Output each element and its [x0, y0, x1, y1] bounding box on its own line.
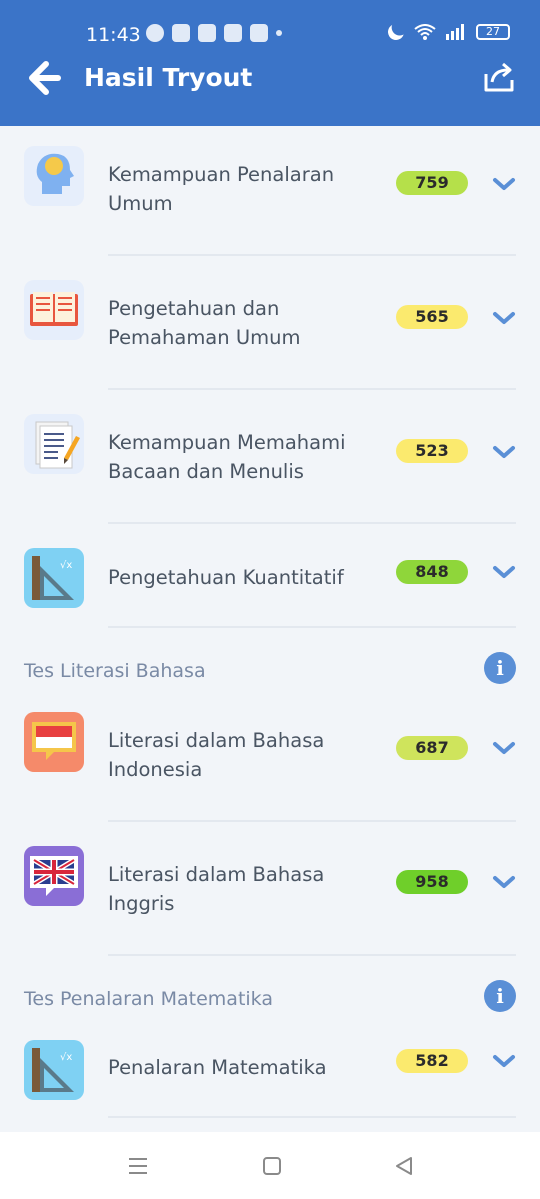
battery-icon: 27 [476, 24, 510, 40]
score-badge: 582 [396, 1049, 468, 1073]
section-title: Tes Literasi Bahasa [24, 660, 206, 682]
result-item[interactable]: Literasi dalam Bahasa Inggris 958 [0, 826, 540, 960]
result-item[interactable]: Kemampuan Penalaran Umum 759 [0, 126, 540, 260]
score-badge: 848 [396, 560, 468, 584]
status-time: 11:43 [86, 24, 141, 46]
item-label: Kemampuan Penalaran Umum [108, 163, 335, 215]
item-label: Literasi dalam Bahasa Indonesia [108, 729, 325, 781]
info-icon[interactable]: i [484, 980, 516, 1012]
divider [108, 626, 516, 628]
discord-icon [224, 24, 242, 42]
score-badge: 523 [396, 439, 468, 463]
result-item[interactable]: √x Penalaran Matematika 582 [0, 1022, 540, 1122]
divider [108, 954, 516, 956]
head-brain-icon [24, 146, 84, 206]
score-badge: 687 [396, 736, 468, 760]
chevron-down-icon[interactable] [492, 444, 516, 460]
divider [108, 388, 516, 390]
info-icon[interactable]: i [484, 652, 516, 684]
chevron-down-icon[interactable] [492, 1053, 516, 1069]
item-label: Pengetahuan dan Pemahaman Umum [108, 297, 301, 349]
item-label: Pengetahuan Kuantitatif [108, 566, 344, 589]
score-badge: 759 [396, 171, 468, 195]
more-dot-icon [276, 30, 282, 36]
home-icon[interactable] [260, 1154, 284, 1178]
menu-icon[interactable] [126, 1154, 150, 1178]
divider [108, 820, 516, 822]
uk-flag-chat-icon [24, 846, 84, 906]
svg-text:√x: √x [60, 1052, 72, 1063]
score-badge: 565 [396, 305, 468, 329]
score-badge: 958 [396, 870, 468, 894]
ruler-math-icon: √x [24, 548, 84, 608]
result-item[interactable]: Kemampuan Memahami Bacaan dan Menulis 52… [0, 394, 540, 528]
discord-icon [250, 24, 268, 42]
indonesia-flag-chat-icon [24, 712, 84, 772]
result-item[interactable]: √x Pengetahuan Kuantitatif 848 [0, 528, 540, 628]
discord-icon [172, 24, 190, 42]
chevron-down-icon[interactable] [492, 874, 516, 890]
item-label: Literasi dalam Bahasa Inggris [108, 863, 325, 915]
result-item[interactable]: Pengetahuan dan Pemahaman Umum 565 [0, 260, 540, 394]
chevron-down-icon[interactable] [492, 310, 516, 326]
open-book-icon [24, 280, 84, 340]
arrow-left-icon[interactable] [24, 58, 64, 98]
section-header: Tes Literasi Bahasa i [24, 652, 516, 692]
chevron-down-icon[interactable] [492, 564, 516, 580]
whatsapp-icon [146, 24, 164, 42]
item-label: Kemampuan Memahami Bacaan dan Menulis [108, 431, 346, 483]
section-header: Tes Penalaran Matematika i [24, 980, 516, 1020]
status-bar: 11:43 27 [0, 0, 540, 60]
item-label: Penalaran Matematika [108, 1056, 327, 1079]
moon-icon [386, 22, 407, 43]
divider [108, 522, 516, 524]
page-title: Hasil Tryout [84, 63, 253, 92]
divider [108, 1116, 516, 1118]
section-title: Tes Penalaran Matematika [24, 988, 273, 1010]
wifi-icon [414, 24, 436, 40]
result-item[interactable]: Literasi dalam Bahasa Indonesia 687 [0, 694, 540, 828]
chevron-down-icon[interactable] [492, 176, 516, 192]
document-pencil-icon [24, 414, 84, 474]
system-navigation-bar [0, 1132, 540, 1199]
ruler-math-icon: √x [24, 1040, 84, 1100]
notification-icons [146, 24, 282, 42]
status-right: 27 [388, 24, 510, 40]
discord-icon [198, 24, 216, 42]
svg-text:√x: √x [60, 560, 72, 571]
back-icon[interactable] [392, 1154, 416, 1178]
divider [108, 254, 516, 256]
app-header: 11:43 27 Hasil Tryout [0, 0, 540, 126]
share-icon[interactable] [482, 60, 516, 94]
chevron-down-icon[interactable] [492, 740, 516, 756]
signal-icon [446, 24, 464, 40]
